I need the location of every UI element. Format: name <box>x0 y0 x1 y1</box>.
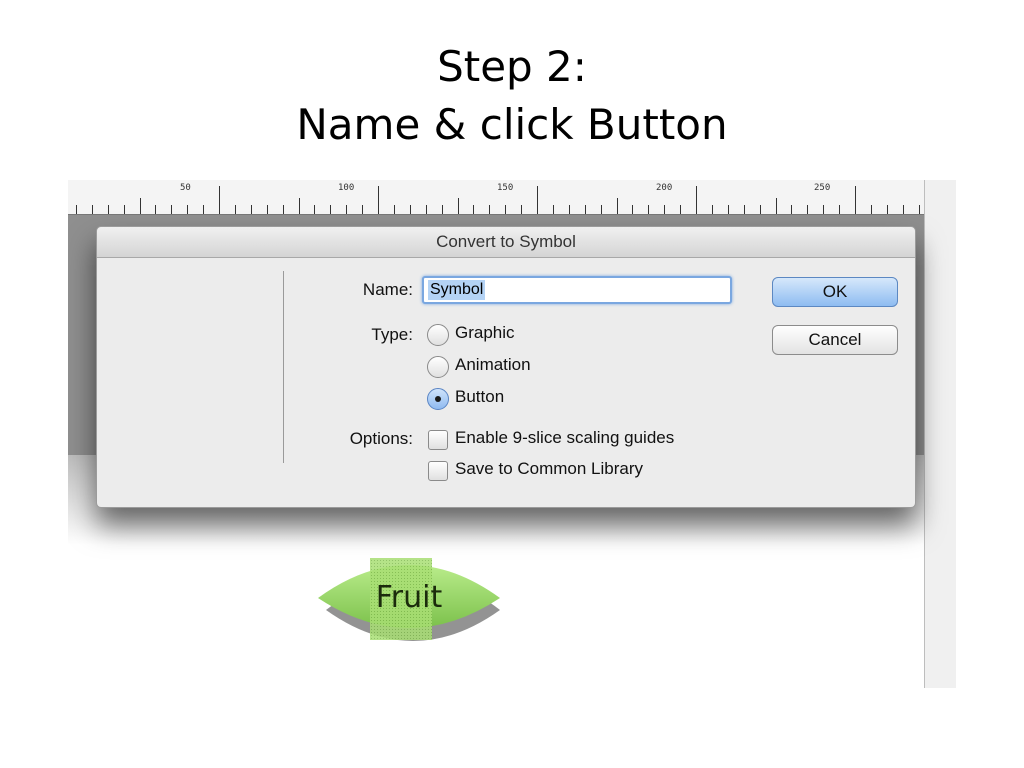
dialog-title: Convert to Symbol <box>436 232 576 251</box>
ruler-label-200: 200 <box>656 183 673 193</box>
radio-button-label[interactable]: Button <box>455 387 504 407</box>
name-field-value: Symbol <box>428 280 486 300</box>
checkbox-common-library[interactable] <box>428 461 448 481</box>
right-panel-edge <box>924 180 956 688</box>
name-label: Name: <box>362 280 413 299</box>
horizontal-ruler: 50 100 150 200 250 <box>68 180 924 215</box>
convert-to-symbol-dialog: Convert to Symbol Name: Symbol Type: Gra… <box>96 226 916 508</box>
checkbox-9-slice[interactable] <box>428 430 448 450</box>
radio-button[interactable] <box>427 388 449 410</box>
ruler-label-50: 50 <box>180 183 191 193</box>
dialog-title-bar[interactable]: Convert to Symbol <box>97 227 915 258</box>
checkbox-9-slice-label[interactable]: Enable 9-slice scaling guides <box>455 428 674 448</box>
ruler-label-150: 150 <box>497 183 514 193</box>
radio-animation-label[interactable]: Animation <box>455 355 531 375</box>
radio-animation[interactable] <box>427 356 449 378</box>
checkbox-common-library-label[interactable]: Save to Common Library <box>455 459 643 479</box>
ruler-label-100: 100 <box>338 183 355 193</box>
fruit-label: Fruit <box>375 580 443 615</box>
slide-title: Step 2: Name & click Button <box>0 38 1024 154</box>
dialog-divider <box>283 271 284 463</box>
type-label: Type: <box>371 325 413 344</box>
slide-title-line-1: Step 2: <box>437 42 587 91</box>
ruler-label-250: 250 <box>814 183 831 193</box>
ruler-ticks <box>76 186 920 214</box>
name-field[interactable]: Symbol <box>422 276 732 304</box>
slide-title-line-2: Name & click Button <box>296 100 728 149</box>
fruit-button-symbol[interactable]: Fruit <box>314 554 504 646</box>
radio-graphic[interactable] <box>427 324 449 346</box>
cancel-button[interactable]: Cancel <box>772 325 898 355</box>
options-label: Options: <box>349 429 413 448</box>
radio-graphic-label[interactable]: Graphic <box>455 323 515 343</box>
ok-button[interactable]: OK <box>772 277 898 307</box>
screenshot-area: 50 100 150 200 250 Fruit Convert to Symb… <box>68 180 956 688</box>
